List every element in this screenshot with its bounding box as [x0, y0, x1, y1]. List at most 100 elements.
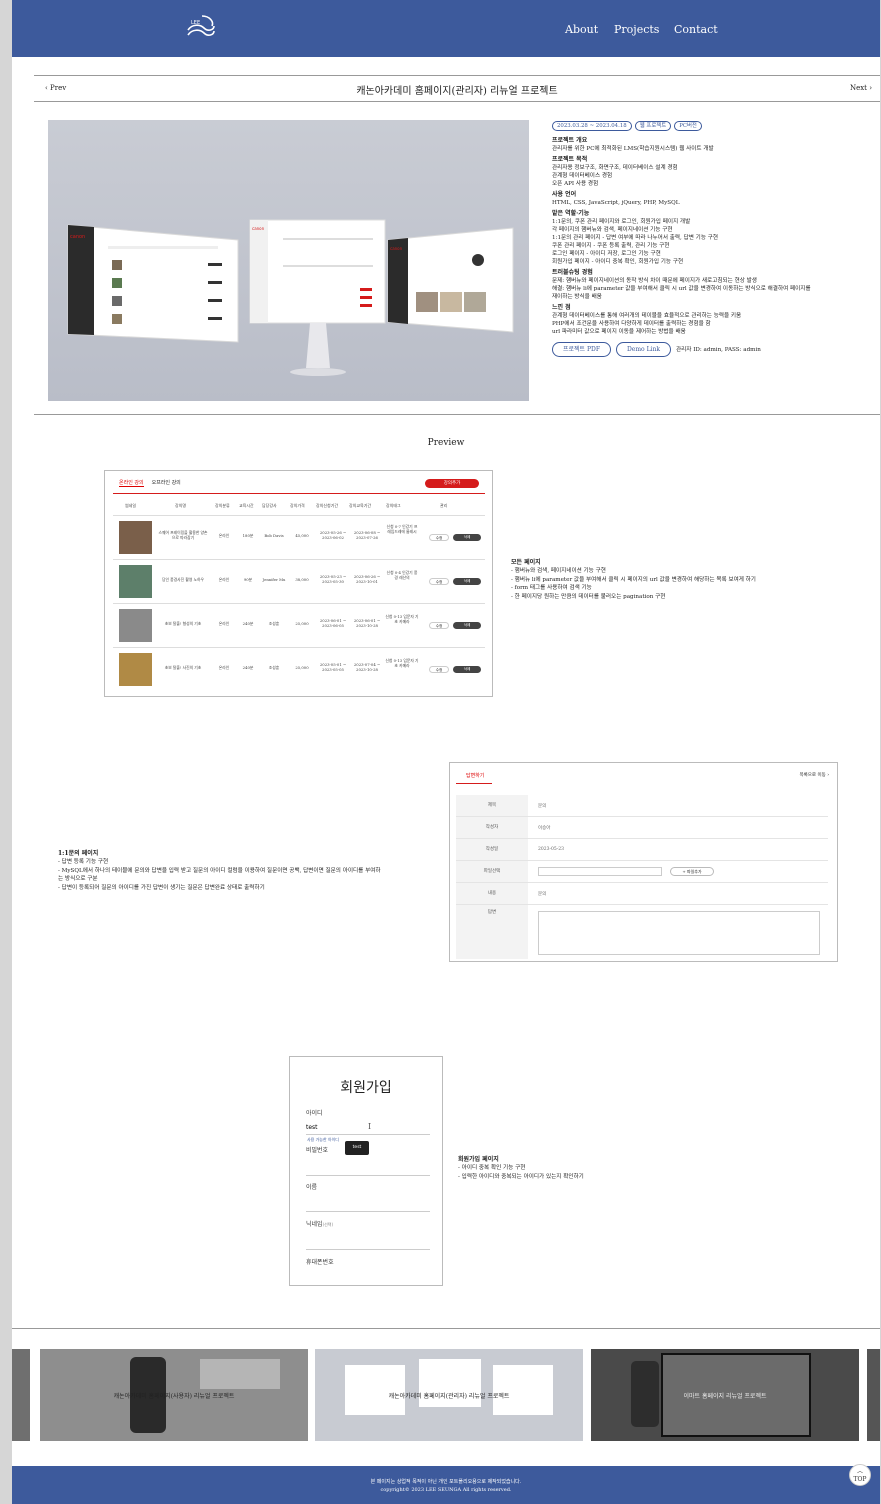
lecture-time: 180분: [242, 533, 254, 538]
delete-button[interactable]: 삭제: [453, 666, 481, 673]
lecture-category: 온라인: [218, 665, 230, 670]
slide-caption: 캐논아카데미 홈페이지(사용자) 리뉴얼 프로젝트: [113, 1393, 235, 1400]
carousel-slide-active[interactable]: 캐논아카데미 홈페이지(관리자) 리뉴얼 프로젝트: [315, 1349, 583, 1441]
add-lecture-button[interactable]: 강의추가: [425, 479, 479, 488]
id-available-hint: 사용 가능한 아이디: [307, 1137, 339, 1142]
apply-period: 2023-05-01 ~ 2023-05-05: [319, 662, 347, 672]
edu-period: 2023-06-01 ~ 2023-10-28: [353, 618, 381, 628]
id-label: 아이디: [306, 1110, 323, 1117]
password-underline: [306, 1175, 430, 1176]
section-heading: 프로젝트 목적: [552, 156, 588, 163]
description-line: 는 방식으로 구분: [58, 876, 98, 883]
tab-online[interactable]: 온라인 강의: [119, 480, 144, 487]
nickname-text: 닉네임: [306, 1221, 323, 1228]
phone-label: 휴대폰번호: [306, 1259, 334, 1266]
svg-text:LEE: LEE: [191, 20, 200, 26]
form-row-date: 작성일 2023-05-23: [456, 839, 828, 861]
name-label: 이름: [306, 1184, 318, 1191]
tab-offline[interactable]: 오프라인 강의: [152, 480, 181, 486]
section-line: 1:1문의 관리 페이지 - 답변 여부에 따라 나누어서 출력, 답변 기능 …: [552, 235, 719, 241]
section-line: 회원가입 페이지 - 아이디 중복 확인, 회원가입 기능 구현: [552, 259, 684, 265]
field-label: 내용: [456, 883, 528, 904]
lecture-list-screenshot: 온라인 강의 오프라인 강의 강의추가 썸네일 강의명 강의분류 교육시간 담당강…: [104, 470, 493, 697]
carousel-slide-edge[interactable]: [867, 1349, 880, 1441]
lecture-name: 초보 탈출! 형성의 기초: [164, 621, 202, 626]
section-line: 문제: 햄버뉴와 페이지네이션의 동작 방식 차이 때문에 페이지가 새로고침되…: [552, 278, 757, 284]
answer-form-screenshot: 답변하기 목록으로 이동 › 제목 문의 작성자 이승아 작성일 2023-05…: [449, 762, 838, 962]
table-row: 초보 탈출! 형성의 기초 온라인 240분 조성훈 25,000 2023-0…: [113, 603, 485, 647]
tab-underline: [113, 493, 485, 494]
next-link[interactable]: Next ›: [850, 84, 872, 92]
nav-about[interactable]: About: [565, 23, 598, 36]
tab-answer[interactable]: 답변하기: [466, 772, 484, 779]
field-value: 이승아: [538, 826, 551, 831]
col-tag: 강의태그: [386, 503, 401, 508]
project-carousel: 캐논아카데미 홈페이지(사용자) 리뉴얼 프로젝트 캐논아카데미 홈페이지(관리…: [12, 1349, 880, 1441]
section-line: 해결: 햄버뉴 li에 parameter 값을 부여해서 클릭 시 url 값…: [552, 286, 811, 292]
svg-text:canon: canon: [390, 246, 403, 251]
description-line: - 햄버뉴와 검색, 페이지네이션 기능 구현: [511, 568, 606, 575]
edu-period: 2023-07-04 ~ 2023-10-28: [353, 662, 381, 672]
pdf-button[interactable]: 프로젝트 PDF: [552, 342, 611, 357]
col-price: 강의가격: [290, 503, 305, 508]
logo[interactable]: LEE: [182, 12, 218, 44]
svg-text:canon: canon: [70, 234, 85, 240]
section-heading: 사용 언어: [552, 191, 577, 198]
col-apply: 강의신청기간: [316, 503, 339, 508]
delete-button[interactable]: 삭제: [453, 534, 481, 541]
delete-button[interactable]: 삭제: [453, 578, 481, 585]
lecture-price: 25,000: [295, 621, 309, 626]
section-line: url 파라미터 값으로 페이지 이동을 제어하는 방법을 배움: [552, 329, 686, 335]
field-label: 제목: [456, 795, 528, 816]
page: LEE About Projects Contact 캐논아카데미 홈페이지(관…: [12, 0, 880, 1504]
lecture-tabs: 온라인 강의 오프라인 강의: [119, 479, 189, 487]
apply-period: 2023-05-23 ~ 2023-05-30: [319, 574, 347, 584]
carousel-slide[interactable]: 캐논아카데미 홈페이지(사용자) 리뉴얼 프로젝트: [40, 1349, 308, 1441]
top-label: TOP: [853, 1476, 867, 1483]
lecture-price: 45,000: [295, 533, 309, 538]
edit-button[interactable]: 수정: [429, 666, 449, 673]
chevron-up-icon: ︿: [856, 1468, 863, 1475]
nav-projects[interactable]: Projects: [614, 23, 659, 36]
section-heading: 맡은 역할·기능: [552, 210, 590, 217]
lecture-name: 스퀘어 프레이밍을 활용한 양손으로 따라잡기: [158, 530, 208, 540]
prev-link[interactable]: ‹ Prev: [45, 84, 66, 92]
scroll-top-button[interactable]: ︿ TOP: [849, 1464, 871, 1486]
autocomplete-tooltip[interactable]: test: [345, 1141, 369, 1155]
screen-mockup: [200, 1359, 280, 1389]
lecture-time: 240분: [242, 621, 254, 626]
admin-account-note: 관리자 ID: admin, PASS: admin: [675, 346, 761, 353]
field-value: 문의: [538, 892, 547, 897]
footer-copyright: copyright© 2023 LEE SEUNGA All rights re…: [380, 1487, 512, 1493]
date-tag: 2023.03.28 ~ 2023.04.18: [552, 121, 632, 131]
nav-contact[interactable]: Contact: [674, 23, 718, 36]
site-footer: 본 페이지는 상업적 목적이 아닌 개인 포트폴리오용으로 제작되었습니다. c…: [12, 1466, 880, 1504]
file-input[interactable]: [538, 867, 662, 876]
nickname-label: 닉네임(선택): [306, 1219, 333, 1228]
back-to-list-link[interactable]: 목록으로 이동 ›: [800, 772, 830, 778]
apply-period: 2023-05-26 ~ 2023-06-02: [319, 530, 347, 540]
edit-button[interactable]: 수정: [429, 578, 449, 585]
divider: [34, 414, 880, 415]
form-row-file: 파일선택 + 파일추가: [456, 861, 828, 883]
field-label: 파일선택: [456, 861, 528, 882]
delete-button[interactable]: 삭제: [453, 622, 481, 629]
section-line: PHP에서 조건문을 사용하여 다양하게 데이터를 출력하는 경험을 함: [552, 321, 711, 327]
demo-link-button[interactable]: Demo Link: [616, 342, 671, 357]
thumbnail: [119, 609, 152, 642]
lecture-tags: 신청 0-13 입문자 기초 카메라: [385, 658, 419, 668]
edit-button[interactable]: 수정: [429, 534, 449, 541]
carousel-slide-edge[interactable]: [12, 1349, 30, 1441]
section-thoughts: 느낀 점 관계형 데이터베이스를 통해 여러개의 테이블을 효율적으로 관리하는…: [552, 304, 872, 336]
edit-button[interactable]: 수정: [429, 622, 449, 629]
id-input[interactable]: test: [306, 1124, 318, 1131]
description-line: - 아이디 중복 확인 기능 구현: [458, 1165, 526, 1172]
col-title: 강의명: [175, 503, 187, 508]
answer-textarea[interactable]: [538, 911, 820, 955]
table-row: 당인 풍경사진 촬영 노하우 온라인 90분 Jennifer Mu 38,00…: [113, 559, 485, 603]
section-line: 로그인 페이지 - 아이디 저장, 로그인 기능 구현: [552, 251, 661, 257]
add-file-button[interactable]: + 파일추가: [670, 867, 714, 876]
carousel-slide[interactable]: 이마트 홈페이지 리뉴얼 프로젝트: [591, 1349, 859, 1441]
section-purpose: 프로젝트 목적 관리자용 정보구조, 화면구조, 데이터베이스 설계 경험 관계…: [552, 156, 872, 188]
edu-period: 2023-06-08 ~ 2023-07-26: [353, 530, 381, 540]
